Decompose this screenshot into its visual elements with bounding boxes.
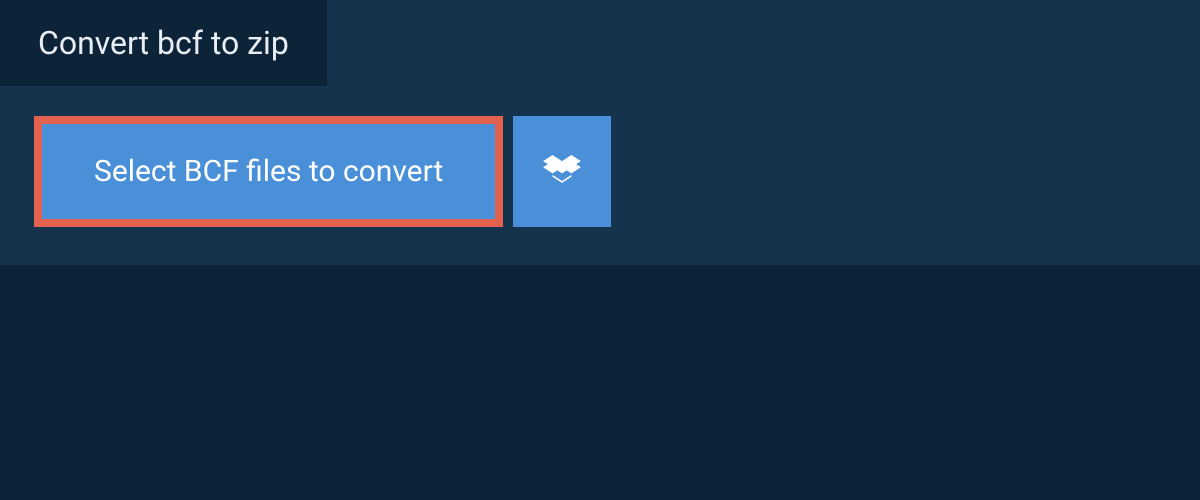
- dropbox-button[interactable]: [513, 116, 611, 227]
- select-files-button[interactable]: Select BCF files to convert: [34, 116, 503, 227]
- tab-label: Convert bcf to zip: [38, 24, 289, 62]
- converter-panel: Convert bcf to zip Select BCF files to c…: [0, 0, 1200, 265]
- button-row: Select BCF files to convert: [0, 86, 1200, 265]
- dropbox-icon: [543, 155, 581, 189]
- select-files-label: Select BCF files to convert: [94, 154, 443, 189]
- tab-title: Convert bcf to zip: [0, 0, 327, 86]
